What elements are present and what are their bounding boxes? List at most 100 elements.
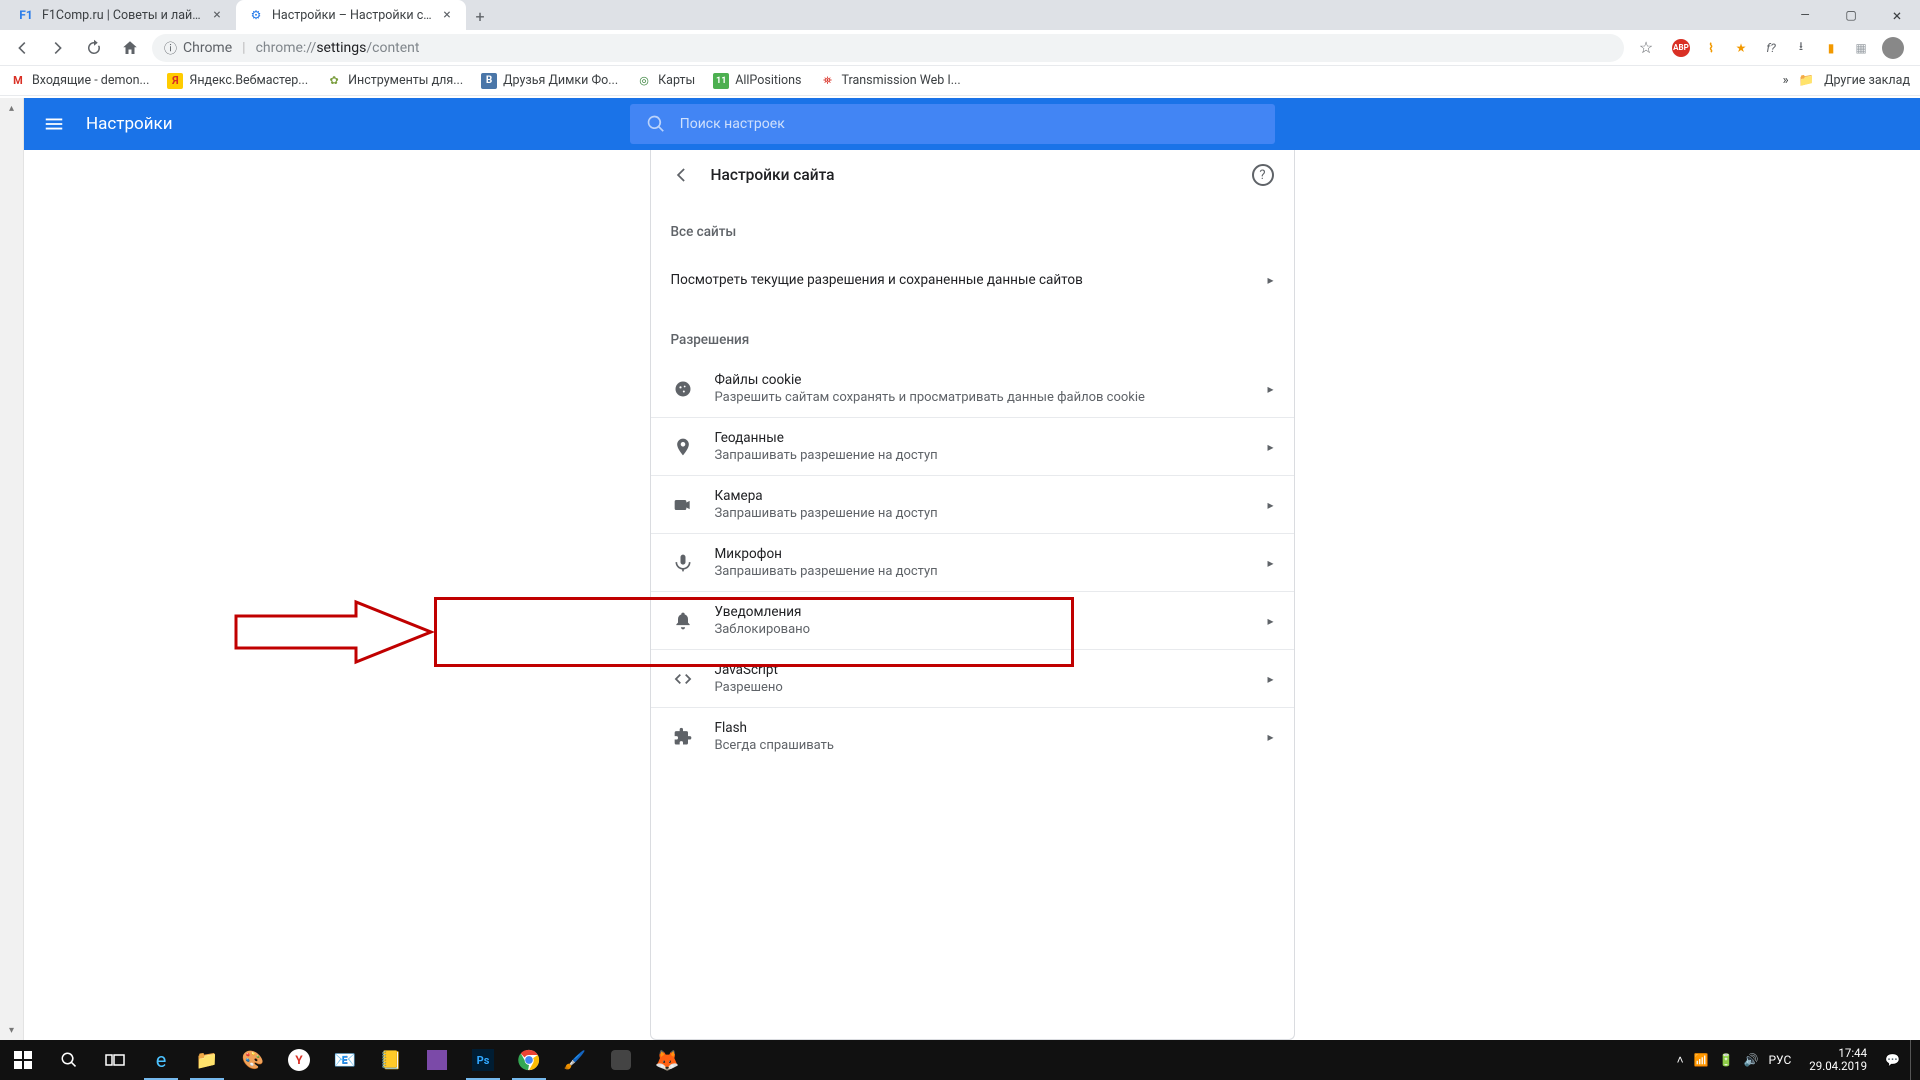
row-subtitle: Разрешить сайтам сохранять и просматрива…: [715, 390, 1248, 405]
row-location[interactable]: Геоданные Запрашивать разрешение на дост…: [651, 417, 1294, 475]
star-ext-icon[interactable]: ★: [1732, 39, 1750, 57]
settings-search[interactable]: Поиск настроек: [630, 104, 1275, 144]
taskbar-app-dark[interactable]: [598, 1040, 644, 1080]
action-center-icon[interactable]: 💬: [1885, 1053, 1900, 1067]
search-button[interactable]: [46, 1040, 92, 1080]
menu-button[interactable]: [42, 112, 66, 136]
rss-icon[interactable]: ⌇: [1702, 39, 1720, 57]
clock-date: 29.04.2019: [1809, 1060, 1867, 1073]
taskbar-app-photoshop[interactable]: Ps: [460, 1040, 506, 1080]
profile-avatar[interactable]: [1882, 37, 1904, 59]
download-icon[interactable]: ⭳: [1792, 39, 1810, 57]
bookmark-vk[interactable]: B Друзья Димки Фо...: [481, 73, 618, 89]
vk-icon: B: [481, 73, 497, 89]
chevron-right-icon: ▸: [1267, 382, 1273, 396]
taskbar-app-explorer[interactable]: 📁: [184, 1040, 230, 1080]
bookmarks-overflow[interactable]: »: [1783, 73, 1789, 88]
taskbar-app-notepad[interactable]: 📒: [368, 1040, 414, 1080]
url-prefix: Chrome: [183, 40, 232, 56]
tray-chevron-icon[interactable]: ˄: [1677, 1053, 1684, 1067]
tab-label: Настройки – Настройки сайта: [272, 8, 432, 23]
row-view-permissions[interactable]: Посмотреть текущие разрешения и сохранен…: [651, 252, 1294, 308]
row-subtitle: Запрашивать разрешение на доступ: [715, 506, 1248, 521]
row-title: JavaScript: [715, 662, 1248, 678]
row-subtitle: Запрашивать разрешение на доступ: [715, 564, 1248, 579]
apps-icon[interactable]: ▦: [1852, 39, 1870, 57]
taskbar-app-yandex[interactable]: Y: [276, 1040, 322, 1080]
volume-icon[interactable]: 🔊: [1744, 1053, 1759, 1067]
row-notifications[interactable]: Уведомления Заблокировано ▸: [651, 591, 1294, 649]
f-question-icon[interactable]: f?: [1762, 39, 1780, 57]
address-bar[interactable]: ⓘ Chrome | chrome://settings/content: [152, 34, 1624, 62]
adblock-icon[interactable]: ABP: [1672, 39, 1690, 57]
bookmarks-bar: M Входящие - demon... Я Яндекс.Вебмастер…: [0, 66, 1920, 96]
section-permissions: Разрешения: [651, 308, 1294, 360]
home-button[interactable]: [116, 34, 144, 62]
close-icon[interactable]: ×: [210, 8, 224, 22]
row-title: Камера: [715, 488, 1248, 504]
gmail-icon: M: [10, 73, 26, 89]
settings-header: Настройки Поиск настроек: [24, 98, 1920, 150]
window-controls: — ▢ ×: [1782, 0, 1920, 30]
taskbar-app-purple[interactable]: [414, 1040, 460, 1080]
bookmark-tools[interactable]: ✿ Инструменты для...: [326, 73, 463, 89]
new-tab-button[interactable]: +: [466, 2, 494, 30]
bookmark-maps[interactable]: ◎ Карты: [636, 73, 695, 89]
yandex-icon: Я: [167, 73, 183, 89]
bookmark-allpositions[interactable]: 11 AllPositions: [713, 73, 801, 89]
taskbar-app-chrome[interactable]: [506, 1040, 552, 1080]
reload-button[interactable]: [80, 34, 108, 62]
maximize-button[interactable]: ▢: [1828, 0, 1874, 30]
forward-button[interactable]: [44, 34, 72, 62]
minimize-button[interactable]: —: [1782, 0, 1828, 30]
bookmark-ext-icon[interactable]: ▮: [1822, 39, 1840, 57]
row-flash[interactable]: Flash Всегда спрашивать ▸: [651, 707, 1294, 765]
annotation-arrow: [236, 602, 436, 666]
bookmark-transmission[interactable]: ⛯ Transmission Web I...: [819, 73, 960, 89]
taskbar-app-palette[interactable]: 🎨: [230, 1040, 276, 1080]
bookmark-star-icon[interactable]: ☆: [1632, 34, 1660, 62]
taskbar-app-edge[interactable]: e: [138, 1040, 184, 1080]
bookmark-gmail[interactable]: M Входящие - demon...: [10, 73, 149, 89]
taskbar-clock[interactable]: 17:44 29.04.2019: [1801, 1047, 1875, 1073]
show-desktop-button[interactable]: [1910, 1040, 1916, 1080]
bookmark-yandex-webmaster[interactable]: Я Яндекс.Вебмастер...: [167, 73, 308, 89]
row-camera[interactable]: Камера Запрашивать разрешение на доступ …: [651, 475, 1294, 533]
tab-f1comp[interactable]: F1 F1Comp.ru | Советы и лайфхаки ×: [6, 0, 236, 30]
site-settings-card: Настройки сайта ? Все сайты Посмотреть т…: [650, 150, 1295, 1040]
taskbar-app-paint[interactable]: 🖌️: [552, 1040, 598, 1080]
other-bookmarks[interactable]: Другие заклад: [1824, 73, 1910, 88]
microphone-icon: [671, 553, 695, 573]
allpositions-icon: 11: [713, 73, 729, 89]
language-indicator[interactable]: РУС: [1768, 1053, 1791, 1067]
folder-icon: 📁: [1798, 73, 1814, 88]
scroll-down-icon[interactable]: ▾: [0, 1020, 23, 1040]
tab-settings[interactable]: ⚙ Настройки – Настройки сайта ×: [236, 0, 466, 30]
scroll-up-icon[interactable]: ▴: [0, 98, 23, 118]
taskbar-app-mail[interactable]: 📧: [322, 1040, 368, 1080]
row-microphone[interactable]: Микрофон Запрашивать разрешение на досту…: [651, 533, 1294, 591]
back-arrow-icon[interactable]: [671, 165, 691, 185]
task-view-button[interactable]: [92, 1040, 138, 1080]
row-cookies[interactable]: Файлы cookie Разрешить сайтам сохранять …: [651, 360, 1294, 417]
help-icon[interactable]: ?: [1252, 164, 1274, 186]
chevron-right-icon: ▸: [1267, 440, 1273, 454]
wifi-icon[interactable]: 📶: [1694, 1053, 1709, 1067]
settings-page: Настройки Поиск настроек Настройки сайта…: [24, 98, 1920, 1040]
system-tray: ˄ 📶 🔋 🔊 РУС 17:44 29.04.2019 💬: [1677, 1040, 1920, 1080]
battery-icon[interactable]: 🔋: [1719, 1053, 1734, 1067]
url-separator: |: [242, 40, 245, 56]
url-path: /content: [366, 40, 419, 56]
row-javascript[interactable]: JavaScript Разрешено ▸: [651, 649, 1294, 707]
close-icon[interactable]: ×: [440, 8, 454, 22]
close-window-button[interactable]: ×: [1874, 0, 1920, 30]
back-button[interactable]: [8, 34, 36, 62]
start-button[interactable]: [0, 1040, 46, 1080]
taskbar-app-firefox[interactable]: 🦊: [644, 1040, 690, 1080]
row-title: Посмотреть текущие разрешения и сохранен…: [671, 272, 1248, 288]
left-scrollbar[interactable]: ▴ ▾: [0, 98, 24, 1040]
gear-icon: ⚙: [248, 7, 264, 23]
chevron-right-icon: ▸: [1267, 273, 1273, 287]
chevron-right-icon: ▸: [1267, 672, 1273, 686]
site-info-icon[interactable]: ⓘ: [164, 38, 177, 57]
